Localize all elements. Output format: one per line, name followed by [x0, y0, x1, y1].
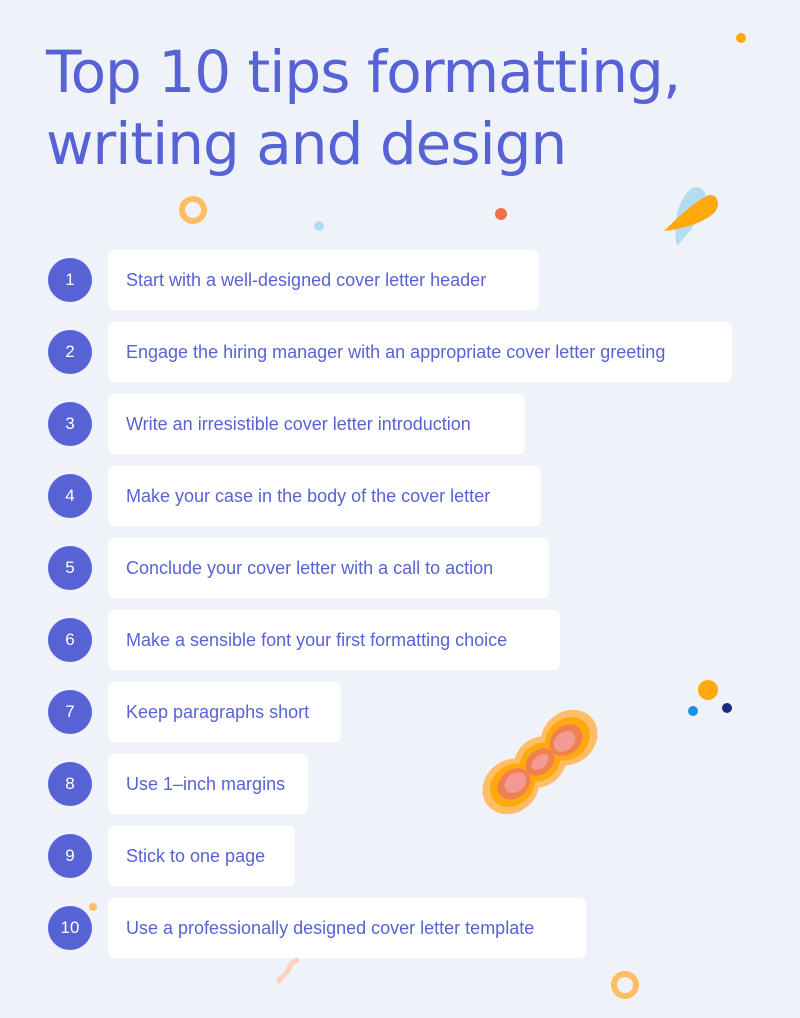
number-badge: 6	[48, 618, 92, 662]
tip-card: Keep paragraphs short	[108, 682, 341, 742]
tip-card: Use a professionally designed cover lett…	[108, 898, 586, 958]
dot-blue	[688, 706, 698, 716]
number-badge: 2	[48, 330, 92, 374]
number-badge: 10	[48, 906, 92, 950]
number-badge: 5	[48, 546, 92, 590]
tip-card: Start with a well-designed cover letter …	[108, 250, 539, 310]
number-badge: 9	[48, 834, 92, 878]
dot-coral	[495, 208, 507, 220]
dot-orange-top	[736, 33, 746, 43]
dot-light-blue	[314, 221, 324, 231]
dot-navy	[722, 703, 732, 713]
number-badge: 1	[48, 258, 92, 302]
number-badge: 7	[48, 690, 92, 734]
number-badge: 8	[48, 762, 92, 806]
ring-orange-title	[179, 196, 207, 224]
tip-card: Stick to one page	[108, 826, 295, 886]
tip-card: Write an irresistible cover letter intro…	[108, 394, 525, 454]
tip-card: Use 1–inch margins	[108, 754, 308, 814]
leaf-shape-icon	[664, 187, 718, 246]
ring-orange-bottom	[611, 971, 639, 999]
number-badge: 4	[48, 474, 92, 518]
squiggle-peach	[276, 957, 300, 984]
tip-card: Make your case in the body of the cover …	[108, 466, 541, 526]
tip-card: Make a sensible font your first formatti…	[108, 610, 560, 670]
dot-orange-small	[89, 903, 97, 911]
tip-card: Engage the hiring manager with an approp…	[108, 322, 732, 382]
dot-orange-large	[698, 680, 718, 700]
squiggle-blob-icon	[482, 709, 598, 815]
tip-card: Conclude your cover letter with a call t…	[108, 538, 549, 598]
number-badge: 3	[48, 402, 92, 446]
